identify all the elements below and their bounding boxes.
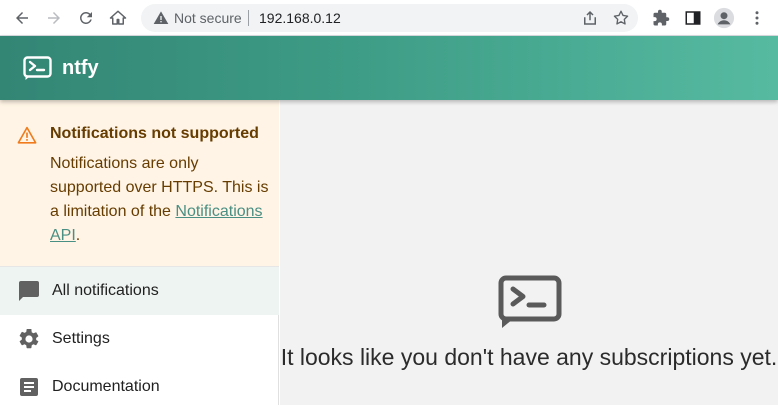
home-icon: [109, 10, 127, 25]
notifications-alert: Notifications not supported Notification…: [0, 100, 279, 267]
menu-icon: [755, 11, 759, 25]
chat-icon: [19, 281, 39, 301]
sidebar: Notifications not supported Notification…: [0, 100, 279, 405]
sidebar-item-label: All notifications: [52, 282, 159, 299]
extensions-icon: [653, 9, 670, 26]
alert-title: Notifications not supported: [50, 125, 259, 142]
warning-icon: [153, 11, 169, 24]
ntfy-logo-icon: [498, 275, 562, 328]
side-panel-icon: [685, 11, 701, 25]
back-icon: [16, 12, 28, 24]
browser-toolbar: Not secure 192.168.0.12: [0, 0, 778, 36]
omnibox-divider: [248, 10, 249, 26]
sidebar-item-all-notifications[interactable]: All notifications: [0, 267, 279, 315]
profile-button[interactable]: [713, 7, 735, 29]
chrome-menu-button[interactable]: [746, 7, 768, 29]
forward-button[interactable]: [42, 6, 66, 30]
empty-state-message: It looks like you don't have any subscri…: [280, 344, 778, 370]
sidebar-item-documentation[interactable]: Documentation: [0, 363, 279, 405]
app-title: ntfy: [62, 57, 99, 79]
ntfy-logo-icon: [23, 56, 52, 80]
forward-icon: [48, 12, 60, 24]
warning-icon: [17, 126, 37, 144]
alert-body: Notifications are only supported over HT…: [50, 152, 270, 248]
home-button[interactable]: [106, 6, 130, 30]
profile-icon: [713, 7, 735, 29]
sidebar-item-settings[interactable]: Settings: [0, 315, 279, 363]
reload-button[interactable]: [74, 6, 98, 30]
sidebar-item-label: Settings: [52, 330, 110, 347]
share-icon[interactable]: [581, 9, 599, 27]
address-bar[interactable]: Not secure 192.168.0.12: [141, 4, 638, 32]
article-icon: [20, 378, 38, 396]
main-content: It looks like you don't have any subscri…: [280, 100, 778, 405]
gear-icon: [19, 328, 39, 349]
sidebar-item-label: Documentation: [52, 378, 160, 395]
extensions-button[interactable]: [650, 7, 672, 29]
star-icon[interactable]: [612, 9, 630, 27]
url-text: 192.168.0.12: [259, 10, 341, 26]
security-status: Not secure: [174, 10, 242, 26]
alert-body-suffix: .: [75, 227, 81, 244]
side-panel-button[interactable]: [682, 7, 704, 29]
app-bar: ntfy: [0, 36, 778, 100]
back-button[interactable]: [10, 6, 34, 30]
reload-icon: [79, 11, 92, 24]
